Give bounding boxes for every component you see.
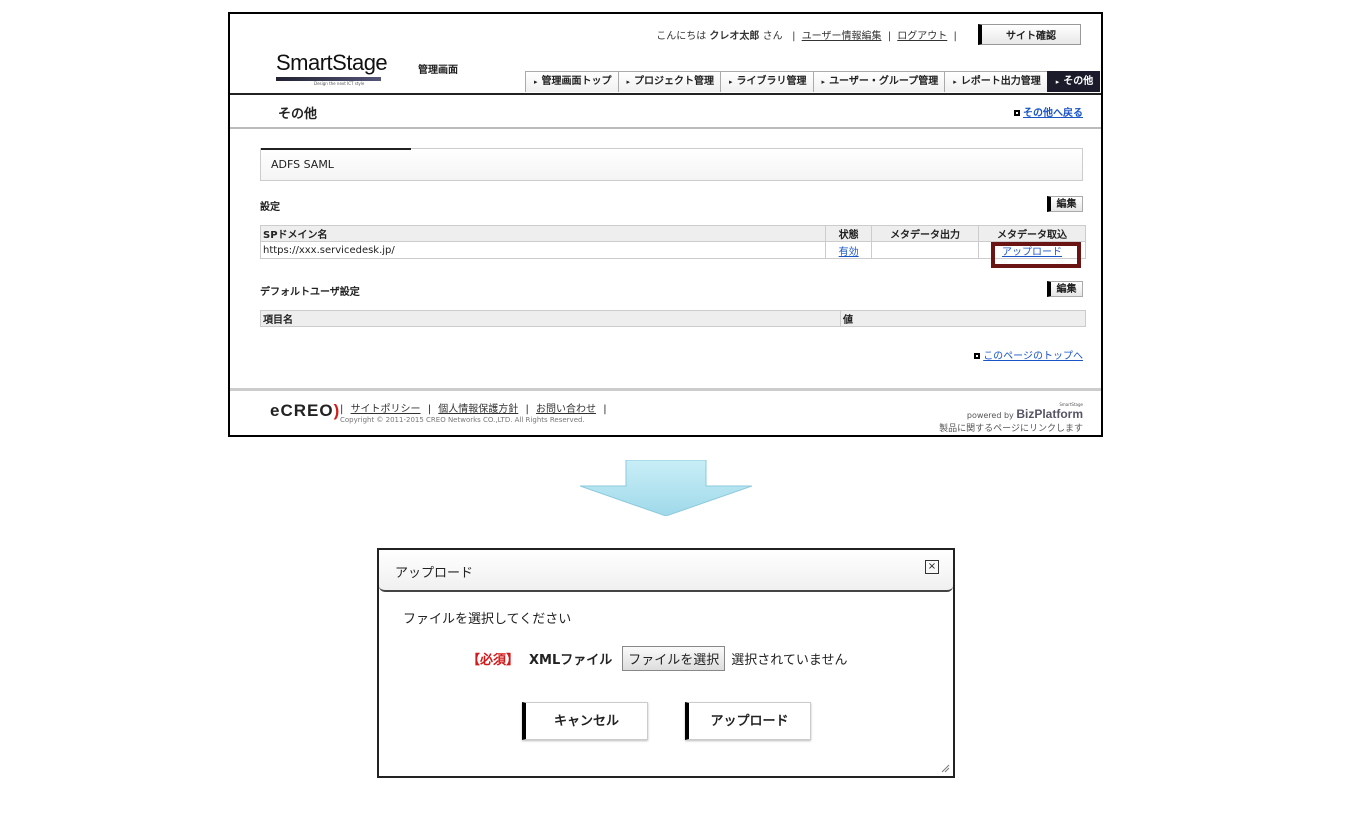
footer-links: | サイトポリシー | 個人情報保護方針 | お問い合わせ | xyxy=(340,404,607,415)
metadata-output-cell xyxy=(871,241,980,259)
section-panel: ADFS SAML xyxy=(260,148,1083,181)
nav-tab-projects[interactable]: ▸ プロジェクト管理 xyxy=(617,71,722,92)
table-header-row: SPドメイン名 状態 メタデータ出力 メタデータ取込 xyxy=(259,225,1086,242)
greeting-text: こんにちは xyxy=(656,31,707,42)
default-user-table: 項目名 値 xyxy=(260,310,1086,327)
status-link[interactable]: 有効 xyxy=(839,247,859,258)
separator: | xyxy=(953,31,957,42)
separator: | xyxy=(792,31,796,42)
sp-domain-cell: https://xxx.servicedesk.jp/ xyxy=(259,241,827,259)
resize-handle-icon[interactable] xyxy=(940,763,950,773)
back-to-other-link[interactable]: その他へ戻る xyxy=(1023,108,1083,119)
site-check-button[interactable]: サイト確認 xyxy=(978,24,1081,45)
triangle-right-icon: ▸ xyxy=(821,78,826,86)
column-header: 状態 xyxy=(825,225,873,242)
status-cell: 有効 xyxy=(825,241,873,259)
bizplatform-logo: BizPlatform xyxy=(1016,407,1083,421)
main-nav: ▸ 管理画面トップ ▸ プロジェクト管理 ▸ ライブラリ管理 ▸ ユーザー・グループ管理… xyxy=(525,71,1101,92)
triangle-right-icon: ▸ xyxy=(953,78,957,86)
privacy-policy-link[interactable]: 個人情報保護方針 xyxy=(438,404,518,415)
column-header: メタデータ取込 xyxy=(978,225,1086,242)
upload-dialog: アップロード × ファイルを選択してください 【必須】 XMLファイル ファイル… xyxy=(377,548,955,778)
powered-by-line: powered by BizPlatform xyxy=(939,407,1083,421)
nav-tab-label: レポート出力管理 xyxy=(960,76,1041,87)
ecreo-logo[interactable]: eCREO) xyxy=(270,401,340,421)
triangle-right-icon: ▸ xyxy=(729,78,733,86)
column-header: 値 xyxy=(840,310,1086,327)
nav-tab-label: その他 xyxy=(1063,76,1094,87)
upload-button[interactable]: アップロード xyxy=(685,702,811,740)
copyright-text: Copyright © 2011-2015 CREO Networks CO.,… xyxy=(340,416,585,424)
admin-label: 管理画面 xyxy=(418,65,458,76)
default-user-label: デフォルトユーザ設定 xyxy=(260,287,360,298)
column-header: 項目名 xyxy=(260,310,841,327)
contact-link[interactable]: お問い合わせ xyxy=(536,404,596,415)
product-note: 製品に関するページにリンクします xyxy=(939,424,1083,434)
honorific: さん xyxy=(762,31,783,42)
powered-by-text: powered by xyxy=(966,411,1014,420)
square-bullet-icon xyxy=(1014,110,1020,116)
nav-tab-label: 管理画面トップ xyxy=(541,76,612,87)
default-user-edit-button[interactable]: 編集 xyxy=(1047,281,1083,297)
smartstage-logo[interactable]: SmartStage Design the next ICT style xyxy=(276,50,388,86)
logout-link[interactable]: ログアウト xyxy=(897,31,947,42)
dialog-title: アップロード xyxy=(395,566,474,581)
cancel-button[interactable]: キャンセル xyxy=(522,702,648,740)
powered-by[interactable]: SmartStage powered by BizPlatform 製品に関する… xyxy=(939,402,1083,434)
page-header: その他 その他へ戻る xyxy=(230,95,1101,129)
user-name: クレオ太郎 xyxy=(709,31,760,42)
nav-tab-other[interactable]: ▸ その他 xyxy=(1046,71,1101,92)
separator: | xyxy=(887,31,892,42)
file-field-row: 【必須】 XMLファイル ファイルを選択 選択されていません xyxy=(467,646,848,671)
nav-tab-label: ユーザー・グループ管理 xyxy=(829,76,939,87)
header-user-area: こんにちは クレオ太郎 さん | ユーザー情報編集 | ログアウト | サイト確… xyxy=(656,24,1081,45)
dialog-title-bar[interactable]: アップロード × xyxy=(379,550,953,592)
settings-label: 設定 xyxy=(260,202,280,213)
table-row: https://xxx.servicedesk.jp/ 有効 アップロード xyxy=(259,241,1086,259)
ecreo-logo-text: eCREO xyxy=(270,401,334,420)
settings-table: SPドメイン名 状態 メタデータ出力 メタデータ取込 https://xxx.s… xyxy=(259,225,1086,259)
footer-divider xyxy=(230,388,1101,391)
nav-tab-reports[interactable]: ▸ レポート出力管理 xyxy=(944,71,1048,92)
xml-file-label: XMLファイル xyxy=(529,653,613,668)
column-header: メタデータ出力 xyxy=(871,225,980,242)
dialog-message: ファイルを選択してください xyxy=(403,612,572,627)
admin-screen: こんにちは クレオ太郎 さん | ユーザー情報編集 | ログアウト | サイト確… xyxy=(228,12,1103,437)
triangle-right-icon: ▸ xyxy=(626,78,631,86)
user-edit-link[interactable]: ユーザー情報編集 xyxy=(802,31,882,42)
site-policy-link[interactable]: サイトポリシー xyxy=(351,404,421,415)
logo-text: SmartStage xyxy=(276,50,388,75)
table-header-row: 項目名 値 xyxy=(260,310,1086,327)
logo-subtitle: Design the next ICT style xyxy=(314,81,365,86)
panel-title: ADFS SAML xyxy=(271,158,334,171)
nav-tab-users-groups[interactable]: ▸ ユーザー・グループ管理 xyxy=(812,71,946,92)
page-top-container: このページのトップへ xyxy=(974,347,1083,362)
required-badge: 【必須】 xyxy=(467,653,520,668)
nav-tab-label: ライブラリ管理 xyxy=(736,76,807,87)
close-icon[interactable]: × xyxy=(925,560,939,574)
panel-tab-line xyxy=(261,148,411,150)
choose-file-button[interactable]: ファイルを選択 xyxy=(622,646,726,671)
nav-tab-label: プロジェクト管理 xyxy=(634,76,715,87)
highlight-box xyxy=(991,242,1081,268)
column-header: SPドメイン名 xyxy=(259,225,827,242)
down-arrow-icon xyxy=(580,460,752,516)
no-file-selected-text: 選択されていません xyxy=(731,653,848,668)
back-link-container: その他へ戻る xyxy=(1014,104,1083,119)
page-top-link[interactable]: このページのトップへ xyxy=(983,351,1083,362)
triangle-right-icon: ▸ xyxy=(1055,78,1060,86)
triangle-right-icon: ▸ xyxy=(534,78,538,86)
square-bullet-icon xyxy=(974,353,981,359)
nav-tab-library[interactable]: ▸ ライブラリ管理 xyxy=(720,71,814,92)
settings-edit-button[interactable]: 編集 xyxy=(1047,196,1083,212)
page-title: その他 xyxy=(278,107,318,122)
nav-tab-admin-top[interactable]: ▸ 管理画面トップ xyxy=(525,71,619,92)
